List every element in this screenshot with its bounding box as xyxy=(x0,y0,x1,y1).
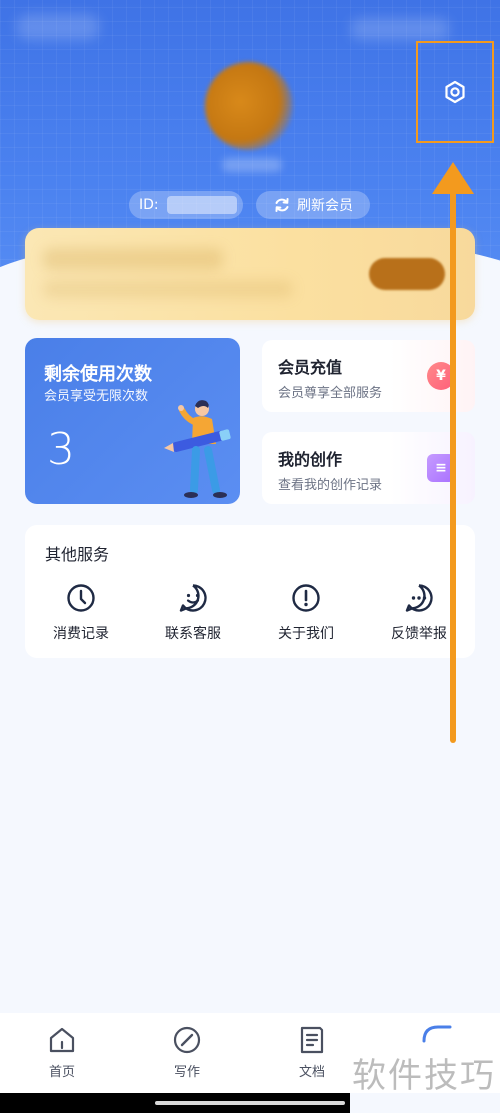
member-recharge-title: 会员充值 xyxy=(278,358,343,377)
refresh-membership-label: 刷新会员 xyxy=(297,198,353,214)
annotation-arrow xyxy=(432,162,474,743)
nav-home-label: 首页 xyxy=(48,1065,75,1080)
my-creations-title: 我的创作 xyxy=(278,450,343,469)
remaining-uses-title: 剩余使用次数 xyxy=(44,364,152,385)
service-label: 联系客服 xyxy=(165,626,221,642)
other-services-panel: 其他服务 消费记录 联系客服 关于我们 反馈举报 xyxy=(25,525,475,658)
home-indicator[interactable] xyxy=(155,1101,345,1105)
avatar[interactable] xyxy=(205,62,293,150)
pen-circle-icon xyxy=(173,1026,201,1054)
user-id-value-blurred xyxy=(166,196,237,214)
nav-documents[interactable]: 文档 xyxy=(272,1025,352,1085)
my-creations-subtitle: 查看我的创作记录 xyxy=(278,478,383,493)
status-bar-blur-left xyxy=(16,14,100,40)
service-contact-support[interactable]: 联系客服 xyxy=(143,583,243,647)
user-id-label: ID: xyxy=(139,197,159,213)
service-consumption-records[interactable]: 消费记录 xyxy=(31,583,131,647)
smile-chat-icon xyxy=(179,584,207,612)
nav-write-label: 写作 xyxy=(173,1065,200,1080)
document-icon xyxy=(300,1026,324,1054)
service-label: 消费记录 xyxy=(53,626,109,642)
profile-screen: ID: 刷新会员 剩余使用次数 会员享受无限次数 3 会员充值 会员尊享全部服务… xyxy=(0,0,500,1113)
service-about-us[interactable]: 关于我们 xyxy=(256,583,356,647)
profile-tab-icon[interactable] xyxy=(420,1023,454,1043)
clock-icon xyxy=(67,584,95,612)
remaining-uses-subtitle: 会员享受无限次数 xyxy=(44,389,149,404)
gear-icon xyxy=(445,80,465,104)
nav-home[interactable]: 首页 xyxy=(22,1025,102,1085)
vip-banner-text-blurred xyxy=(43,248,223,270)
info-exclamation-icon xyxy=(292,584,320,612)
status-bar-blur-right xyxy=(350,18,450,40)
remaining-uses-count: 3 xyxy=(47,424,75,475)
watermark-text: 软件技巧 xyxy=(352,1056,496,1096)
refresh-membership-button[interactable]: 刷新会员 xyxy=(256,191,370,219)
refresh-icon xyxy=(275,198,289,212)
username-blurred xyxy=(222,158,282,172)
vip-banner[interactable] xyxy=(25,228,475,320)
service-label: 关于我们 xyxy=(278,626,334,642)
remaining-uses-card: 剩余使用次数 会员享受无限次数 3 xyxy=(25,338,240,504)
system-home-bar xyxy=(0,1093,350,1113)
member-recharge-subtitle: 会员尊享全部服务 xyxy=(278,386,383,401)
settings-button[interactable] xyxy=(416,41,494,143)
other-services-title: 其他服务 xyxy=(45,545,110,564)
nav-documents-label: 文档 xyxy=(298,1065,325,1080)
home-icon xyxy=(49,1027,75,1053)
nav-write[interactable]: 写作 xyxy=(147,1025,227,1085)
user-id-pill: ID: xyxy=(129,191,243,219)
vip-banner-subtext-blurred xyxy=(43,280,293,298)
person-with-pencil-illustration xyxy=(164,400,231,498)
